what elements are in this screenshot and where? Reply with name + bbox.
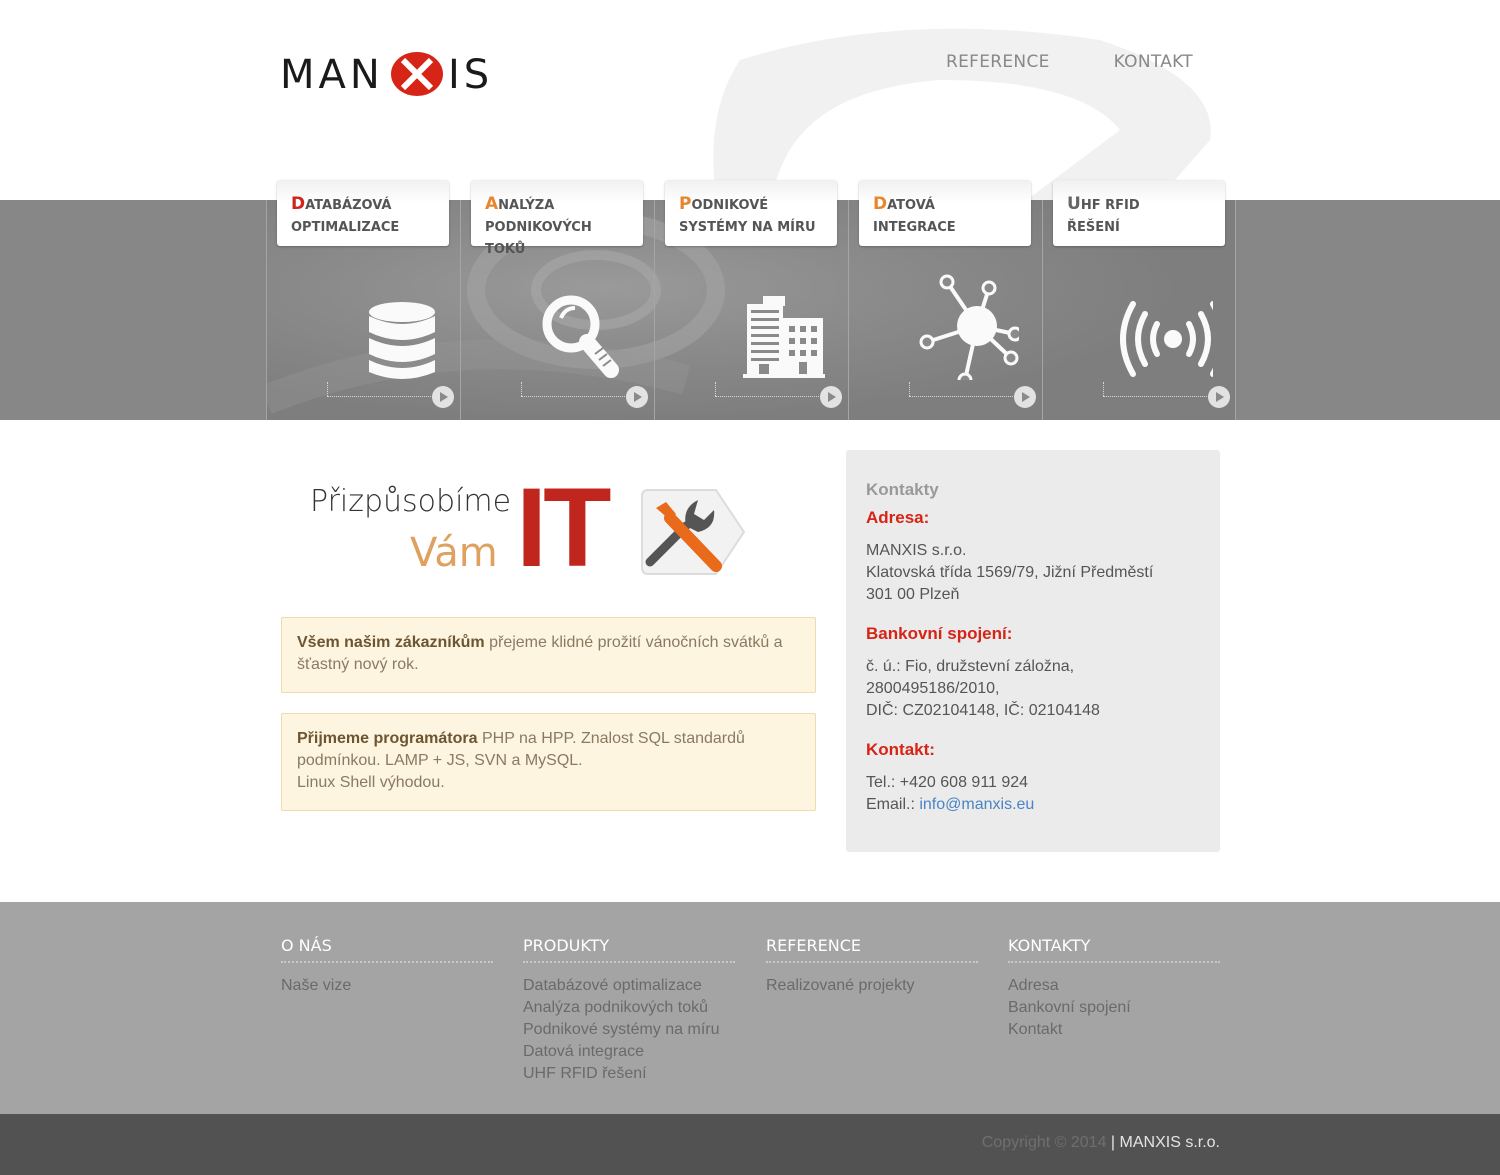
tools-icon: [641, 489, 746, 575]
header: MAN IS REFERENCE KONTAKT: [0, 0, 1500, 200]
service-database[interactable]: Databázová optimalizace: [266, 180, 460, 420]
dotted-connector: [715, 382, 716, 396]
service-rfid[interactable]: UHF RFID řešení: [1042, 180, 1236, 420]
services-row: Databázová optimalizace Analýza podnikovýc…: [266, 180, 1236, 420]
hero-line2: Vám: [410, 530, 498, 576]
bank-line: č. ú.: Fio, družstevní záložna,: [866, 658, 1075, 675]
footer: O NÁS Naše vize PRODUKTY Databázové opti…: [0, 902, 1500, 1114]
service-card[interactable]: Datová integrace: [859, 180, 1031, 246]
footer-link[interactable]: Datová integrace: [523, 1041, 735, 1063]
play-arrow-icon[interactable]: [1014, 386, 1036, 408]
service-card[interactable]: Podnikové systémy na míru: [665, 180, 837, 246]
footer-link[interactable]: Adresa: [1008, 975, 1220, 997]
service-card[interactable]: Databázová optimalizace: [277, 180, 449, 246]
service-title: Analýza podnikových toků: [485, 194, 592, 257]
address-heading: Adresa:: [866, 508, 930, 527]
svg-text:IS: IS: [448, 52, 493, 98]
header-background-swoosh: [713, 28, 1211, 200]
service-title: Datová integrace: [873, 194, 956, 235]
dotted-connector: [909, 396, 1013, 397]
svg-text:MAN: MAN: [280, 52, 384, 98]
play-arrow-icon[interactable]: [432, 386, 454, 408]
footer-column-contacts: KONTAKTY Adresa Bankovní spojení Kontakt: [1008, 936, 1220, 1041]
notice-bold: Všem našim zákazníkům: [297, 634, 485, 651]
notice-job: Přijmeme programátora PHP na HPP. Znalos…: [281, 713, 816, 811]
dotted-connector: [715, 396, 819, 397]
service-analysis[interactable]: Analýza podnikových toků: [460, 180, 654, 420]
dotted-connector: [521, 396, 625, 397]
notice-greeting: Všem našim zákazníkům přejeme klidné pro…: [281, 617, 816, 693]
hero-slogan: Přizpůsobíme Vám IT: [280, 470, 820, 590]
footer-link[interactable]: Databázové optimalizace: [523, 975, 735, 997]
top-navigation: REFERENCE KONTAKT: [946, 52, 1193, 72]
nav-reference[interactable]: REFERENCE: [946, 52, 1050, 72]
email-label: Email.:: [866, 796, 920, 813]
copyright: Copyright © 2014 | MANXIS s.r.o.: [982, 1134, 1220, 1152]
footer-heading: O NÁS: [281, 936, 493, 963]
footer-heading: REFERENCE: [766, 936, 978, 963]
footer-link[interactable]: Kontakt: [1008, 1019, 1220, 1041]
play-arrow-icon[interactable]: [626, 386, 648, 408]
footer-heading: KONTAKTY: [1008, 936, 1220, 963]
address-line: 301 00 Plzeň: [866, 586, 960, 603]
contacts-title: Kontakty: [866, 480, 939, 499]
contacts-box: Kontakty Adresa: MANXIS s.r.o. Klatovská…: [846, 450, 1220, 852]
email-link[interactable]: info@manxis.eu: [919, 796, 1034, 813]
nav-kontakt[interactable]: KONTAKT: [1114, 52, 1193, 72]
services-band: Databázová optimalizace Analýza podnikovýc…: [0, 180, 1500, 420]
dotted-connector: [1103, 382, 1104, 396]
phone: Tel.: +420 608 911 924: [866, 774, 1029, 791]
footer-column-products: PRODUKTY Databázové optimalizace Analýza…: [523, 936, 735, 1085]
notice-bold: Přijmeme programátora: [297, 730, 478, 747]
footer-link[interactable]: UHF RFID řešení: [523, 1063, 735, 1085]
play-arrow-icon[interactable]: [1208, 386, 1230, 408]
notice-text: Linux Shell výhodou.: [297, 774, 445, 791]
service-card[interactable]: Analýza podnikových toků: [471, 180, 643, 257]
bank-heading: Bankovní spojení:: [866, 624, 1013, 643]
service-title: Databázová optimalizace: [291, 194, 400, 235]
dotted-connector: [327, 382, 328, 396]
service-systems[interactable]: Podnikové systémy na míru: [654, 180, 848, 420]
hero-it-text: IT: [516, 465, 612, 590]
play-arrow-icon[interactable]: [820, 386, 842, 408]
address-line: MANXIS s.r.o.: [866, 542, 967, 559]
service-title: UHF RFID řešení: [1067, 194, 1140, 235]
network-icon: [919, 274, 1019, 380]
service-card[interactable]: UHF RFID řešení: [1053, 180, 1225, 246]
footer-link[interactable]: Naše vize: [281, 975, 493, 997]
dotted-connector: [327, 396, 431, 397]
footer-link[interactable]: Analýza podnikových toků: [523, 997, 735, 1019]
buildings-icon: [743, 296, 825, 378]
bank-line: 2800495186/2010,: [866, 680, 1000, 697]
footer-link[interactable]: Podnikové systémy na míru: [523, 1019, 735, 1041]
hero-line1: Přizpůsobíme: [310, 484, 512, 519]
footer-column-about: O NÁS Naše vize: [281, 936, 493, 997]
magnifier-icon: [542, 295, 619, 378]
dotted-connector: [1103, 396, 1207, 397]
copyright-text: Copyright © 2014: [981, 1134, 1107, 1151]
company-name: | MANXIS s.r.o.: [1110, 1134, 1220, 1151]
manxis-logo: MAN IS: [280, 52, 493, 98]
footer-heading: PRODUKTY: [523, 936, 735, 963]
email-row: Email.: info@manxis.eu: [866, 794, 1200, 816]
bank-line: DIČ: CZ02104148, IČ: 02104148: [866, 702, 1100, 719]
dotted-connector: [909, 382, 910, 396]
contact-heading: Kontakt:: [866, 740, 935, 759]
logo[interactable]: MAN IS: [280, 50, 510, 98]
dotted-connector: [521, 382, 522, 396]
address-line: Klatovská třída 1569/79, Jižní Předměstí: [866, 564, 1154, 581]
copyright-bar: Copyright © 2014 | MANXIS s.r.o.: [0, 1114, 1500, 1175]
footer-link[interactable]: Realizované projekty: [766, 975, 978, 997]
footer-link[interactable]: Bankovní spojení: [1008, 997, 1220, 1019]
footer-column-reference: REFERENCE Realizované projekty: [766, 936, 978, 997]
wireless-icon: [1120, 301, 1213, 377]
database-icon: [369, 302, 435, 379]
service-integration[interactable]: Datová integrace: [848, 180, 1042, 420]
service-title: Podnikové systémy na míru: [679, 194, 816, 235]
